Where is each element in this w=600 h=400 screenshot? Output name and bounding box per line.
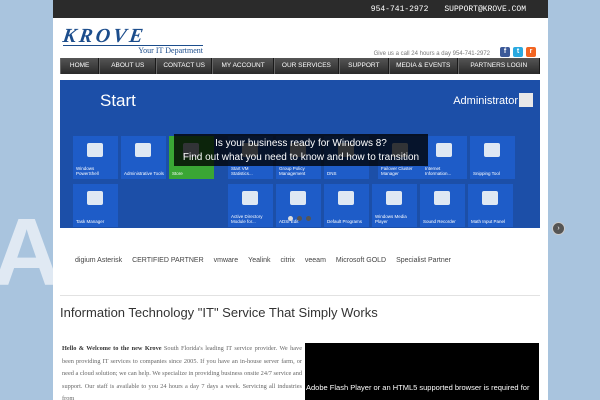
- app-tile-label: Windows Media Player: [375, 214, 407, 224]
- app-tile[interactable]: Sound Recorder: [420, 184, 465, 227]
- divider: [60, 295, 540, 296]
- partner-vmware[interactable]: vmware: [214, 257, 239, 264]
- partner-microsoft[interactable]: Microsoft GOLD: [336, 257, 386, 264]
- app-tile-label: Windows PowerShell: [76, 166, 99, 176]
- hero-banner[interactable]: Start Administrator Windows PowerShell Ad…: [60, 80, 540, 228]
- app-tile-label: Administrative Tools: [124, 171, 164, 176]
- app-tile[interactable]: Internet Information...: [422, 136, 467, 179]
- app-tile-label: Internet Information...: [425, 166, 452, 176]
- app-tile[interactable]: Administrative Tools: [121, 136, 166, 179]
- app-tile[interactable]: Windows Media Player: [372, 184, 417, 227]
- app-tile-icon: [242, 191, 258, 205]
- video-notice: Adobe Flash Player or an HTML5 supported…: [306, 383, 530, 392]
- partner-yealink[interactable]: Yealink: [248, 257, 270, 264]
- start-title: Start: [100, 91, 136, 110]
- rss-icon[interactable]: r: [526, 47, 536, 57]
- app-tile-icon: [87, 191, 103, 205]
- slider-dot[interactable]: [288, 216, 293, 221]
- nav-about-us[interactable]: ABOUT US: [99, 58, 157, 74]
- admin-label: Administrator: [453, 95, 518, 107]
- nav-partners-login[interactable]: PARTNERS LOGIN: [457, 58, 540, 74]
- app-tile-label: Default Programs: [327, 219, 363, 224]
- header: KROVE Your IT Department Give us a call …: [53, 18, 548, 58]
- partner-symantec[interactable]: Specialist Partner: [396, 257, 451, 264]
- main-navigation: HOME ABOUT US CONTACT US MY ACCOUNT OUR SERV…: [60, 58, 540, 74]
- app-tile-label: Start VM Statistics...: [231, 166, 253, 176]
- nav-our-services[interactable]: OUR SERVICES: [274, 58, 339, 74]
- top-bar: 954-741-2972 SUPPORT@KROVE.COM: [53, 0, 548, 18]
- app-tile-label: Store: [172, 171, 183, 176]
- partner-logos: digium Asterisk CERTIFIED PARTNER vmware Ye…: [65, 245, 535, 275]
- app-tile-label: Snipping Tool: [473, 171, 500, 176]
- nav-support[interactable]: SUPPORT: [338, 58, 389, 74]
- app-tile-label: Failover Cluster Manager: [381, 166, 413, 176]
- app-tile-label: Active Directory Module for...: [231, 214, 263, 224]
- app-tile[interactable]: Default Programs: [324, 184, 369, 227]
- support-email[interactable]: SUPPORT@KROVE.COM: [444, 5, 526, 14]
- page-title: Information Technology "IT" Service That…: [60, 305, 378, 320]
- site-logo[interactable]: KROVE Your IT Department: [61, 25, 203, 55]
- app-tile-label: DNS: [327, 171, 337, 176]
- app-tile-icon: [386, 191, 402, 205]
- app-tile-label: Sound Recorder: [423, 219, 456, 224]
- app-tile-icon: [484, 143, 500, 157]
- partner-digium[interactable]: digium Asterisk: [75, 257, 122, 264]
- app-tile[interactable]: Snipping Tool: [470, 136, 515, 179]
- app-tile[interactable]: Active Directory Module for...: [228, 184, 273, 227]
- app-tile-label: Math Input Panel: [471, 219, 506, 224]
- facebook-icon[interactable]: f: [500, 47, 510, 57]
- app-tile[interactable]: Math Input Panel: [468, 184, 513, 227]
- app-tile-icon: [135, 143, 151, 157]
- user-avatar-icon: [519, 93, 533, 107]
- scroll-icon[interactable]: ›: [552, 222, 565, 235]
- twitter-icon[interactable]: t: [513, 47, 523, 57]
- slider-dot[interactable]: [297, 216, 302, 221]
- intro-text: Hello & Welcome to the new Krove South F…: [62, 343, 302, 400]
- partner-veeam[interactable]: veeam: [305, 257, 326, 264]
- intro-body: South Florida's leading IT service provi…: [62, 345, 302, 400]
- phone-number[interactable]: 954-741-2972: [371, 5, 429, 14]
- caption-line-2: Find out what you need to know and how t…: [182, 152, 420, 163]
- partner-dell[interactable]: CERTIFIED PARTNER: [132, 257, 204, 264]
- app-tile-label: Task Manager: [76, 219, 105, 224]
- app-tile[interactable]: Task Manager: [73, 184, 118, 227]
- nav-my-account[interactable]: MY ACCOUNT: [212, 58, 275, 74]
- app-tile-icon: [338, 191, 354, 205]
- call-us-text: Give us a call 24 hours a day 954-741-29…: [373, 51, 490, 57]
- video-player[interactable]: Adobe Flash Player or an HTML5 supported…: [305, 343, 539, 400]
- nav-contact-us[interactable]: CONTACT US: [156, 58, 213, 74]
- app-tile-label: Group Policy Management: [279, 166, 306, 176]
- page-container: 954-741-2972 SUPPORT@KROVE.COM KROVE You…: [53, 0, 548, 400]
- app-tile[interactable]: Windows PowerShell: [73, 136, 118, 179]
- slider-dots: [288, 216, 311, 221]
- slider-dot[interactable]: [306, 216, 311, 221]
- caption-line-1: Is your business ready for Windows 8?: [215, 138, 387, 149]
- nav-media-events[interactable]: MEDIA & EVENTS: [388, 58, 458, 74]
- app-tile-icon: [87, 143, 103, 157]
- logo-text: KROVE: [61, 25, 148, 47]
- intro-bold: Hello & Welcome to the new Krove: [62, 345, 162, 352]
- partner-citrix[interactable]: citrix: [281, 257, 295, 264]
- app-tile-icon: [436, 143, 452, 157]
- banner-caption[interactable]: Is your business ready for Windows 8? Fi…: [174, 134, 428, 166]
- app-tile-icon: [434, 191, 450, 205]
- app-tile-icon: [482, 191, 498, 205]
- nav-home[interactable]: HOME: [60, 58, 100, 74]
- app-tile-icon: [290, 191, 306, 205]
- social-links: ftr: [500, 47, 536, 57]
